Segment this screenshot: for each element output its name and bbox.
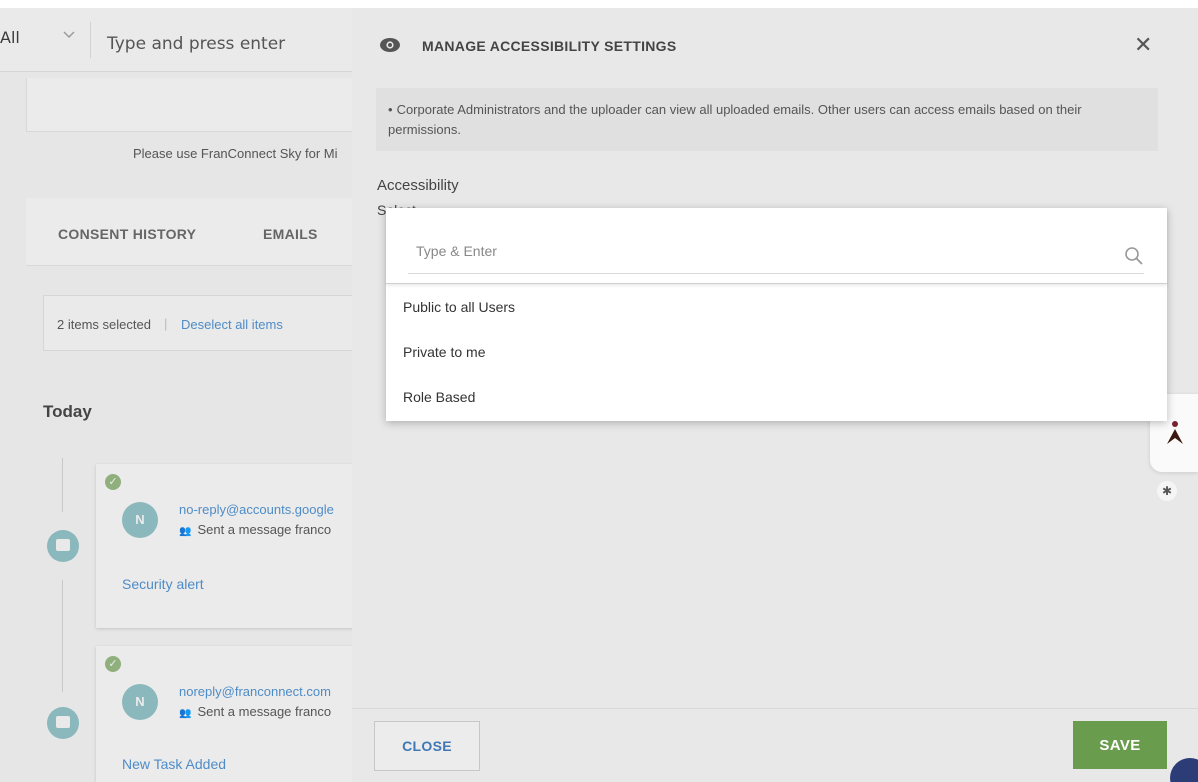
filter-select[interactable]: All — [0, 28, 20, 47]
tab-emails[interactable]: EMAILS — [263, 226, 318, 242]
background-app: All Type and press enter Please use Fran… — [0, 0, 360, 782]
dropdown-search-input[interactable] — [408, 228, 1144, 274]
gear-icon[interactable]: ✱ — [1157, 481, 1177, 501]
info-text: Corporate Administrators and the uploade… — [388, 102, 1082, 137]
sender-link[interactable]: no-reply@accounts.google — [179, 502, 334, 517]
tab-consent-history[interactable]: CONSENT HISTORY — [58, 226, 196, 242]
search-icon[interactable] — [1124, 246, 1144, 266]
top-edge — [0, 0, 1198, 8]
option-public[interactable]: Public to all Users — [386, 284, 1167, 330]
sender-link[interactable]: noreply@franconnect.com — [179, 684, 331, 699]
close-icon[interactable]: ✕ — [1134, 34, 1152, 56]
background-search-bar: All Type and press enter — [0, 8, 360, 72]
background-search-input[interactable]: Type and press enter — [107, 34, 285, 54]
divider: | — [164, 316, 168, 331]
avatar: N — [122, 502, 158, 538]
eye-icon — [380, 38, 400, 52]
group-icon: 👥 — [179, 708, 192, 719]
background-note: Please use FranConnect Sky for Mi — [133, 146, 338, 161]
assistant-icon — [1167, 421, 1183, 444]
timeline-line — [62, 580, 63, 692]
group-icon: 👥 — [179, 526, 192, 537]
timeline-entry[interactable]: ✓ N noreply@franconnect.com 👥 Sent a mess… — [96, 646, 360, 782]
close-button[interactable]: CLOSE — [374, 721, 480, 771]
section-title: Today — [43, 402, 92, 421]
timeline-line — [62, 458, 63, 512]
timeline-entry[interactable]: ✓ N no-reply@accounts.google 👥 Sent a mes… — [96, 464, 360, 628]
divider — [90, 22, 91, 58]
sent-text: Sent a message franco — [197, 522, 332, 537]
message-icon — [47, 707, 79, 739]
sent-text: Sent a message franco — [197, 704, 332, 719]
accessibility-label: Accessibility — [377, 177, 459, 194]
selection-count: 2 items selected — [57, 317, 151, 332]
avatar: N — [122, 684, 158, 720]
entry-description: 👥 Sent a message franco — [179, 522, 331, 537]
subject-link[interactable]: New Task Added — [122, 756, 226, 772]
info-box: • Corporate Administrators and the upload… — [376, 88, 1158, 151]
accessibility-dropdown: Public to all Users Private to me Role B… — [386, 208, 1167, 421]
selection-bar: 2 items selected | Deselect all items — [43, 295, 360, 351]
message-icon — [47, 530, 79, 562]
save-button[interactable]: SAVE — [1073, 721, 1167, 769]
panel-title: MANAGE ACCESSIBILITY SETTINGS — [422, 38, 677, 54]
subject-link[interactable]: Security alert — [122, 576, 204, 592]
bullet: • — [388, 102, 393, 117]
check-icon: ✓ — [105, 474, 121, 490]
option-private[interactable]: Private to me — [386, 329, 1167, 375]
background-tabs: CONSENT HISTORY EMAILS — [26, 198, 360, 266]
deselect-all-link[interactable]: Deselect all items — [181, 317, 283, 332]
check-icon: ✓ — [105, 656, 121, 672]
panel-footer: CLOSE SAVE — [352, 708, 1198, 782]
dropdown-search — [386, 208, 1167, 284]
chevron-down-icon — [63, 26, 75, 42]
entry-description: 👥 Sent a message franco — [179, 704, 331, 719]
option-role-based[interactable]: Role Based — [386, 374, 1167, 420]
background-card — [26, 78, 360, 132]
